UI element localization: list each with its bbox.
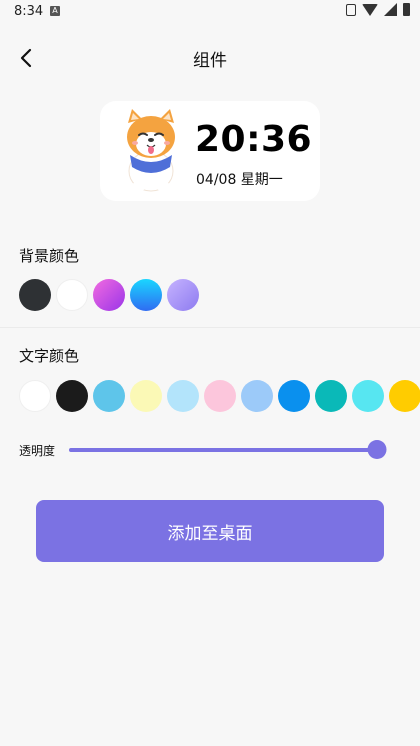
opacity-label: 透明度 — [19, 444, 56, 458]
widget-clock: 20:36 — [195, 119, 313, 160]
status-bar: 8:34 A — [0, 0, 420, 24]
text-color-swatch[interactable] — [56, 380, 88, 412]
battery-icon — [403, 3, 410, 16]
wifi-icon — [362, 3, 378, 16]
background-color-swatch[interactable] — [167, 279, 199, 311]
text-color-swatch[interactable] — [19, 380, 51, 412]
text-color-swatch[interactable] — [352, 380, 384, 412]
notification-icon: A — [50, 6, 60, 16]
background-color-swatch[interactable] — [130, 279, 162, 311]
opacity-slider-fill — [69, 448, 377, 452]
add-to-desktop-button[interactable]: 添加至桌面 — [36, 500, 384, 562]
text-color-swatch[interactable] — [204, 380, 236, 412]
widget-date: 04/08 星期一 — [196, 172, 283, 188]
background-color-swatch[interactable] — [19, 279, 51, 311]
text-color-swatch[interactable] — [130, 380, 162, 412]
text-color-swatch[interactable] — [278, 380, 310, 412]
widget-preview: 20:36 04/08 星期一 — [100, 101, 320, 201]
background-color-swatches — [19, 279, 199, 311]
text-color-swatch[interactable] — [241, 380, 273, 412]
header: 组件 — [0, 38, 420, 78]
text-color-swatch[interactable] — [389, 380, 420, 412]
status-time: 8:34 — [14, 4, 44, 19]
text-color-swatch[interactable] — [167, 380, 199, 412]
background-color-swatch[interactable] — [56, 279, 88, 311]
divider — [0, 327, 420, 328]
vibrate-icon — [346, 3, 356, 16]
signal-icon — [384, 3, 397, 16]
page-title: 组件 — [193, 51, 227, 71]
text-color-swatch[interactable] — [93, 380, 125, 412]
text-color-swatches — [19, 380, 420, 412]
shiba-dog-sticker — [127, 109, 175, 192]
background-color-label: 背景颜色 — [19, 247, 80, 265]
background-color-swatch[interactable] — [93, 279, 125, 311]
text-color-label: 文字颜色 — [19, 347, 80, 365]
opacity-slider-thumb[interactable] — [367, 440, 387, 459]
opacity-slider[interactable] — [69, 440, 387, 459]
status-icons — [346, 3, 410, 16]
text-color-swatch[interactable] — [315, 380, 347, 412]
